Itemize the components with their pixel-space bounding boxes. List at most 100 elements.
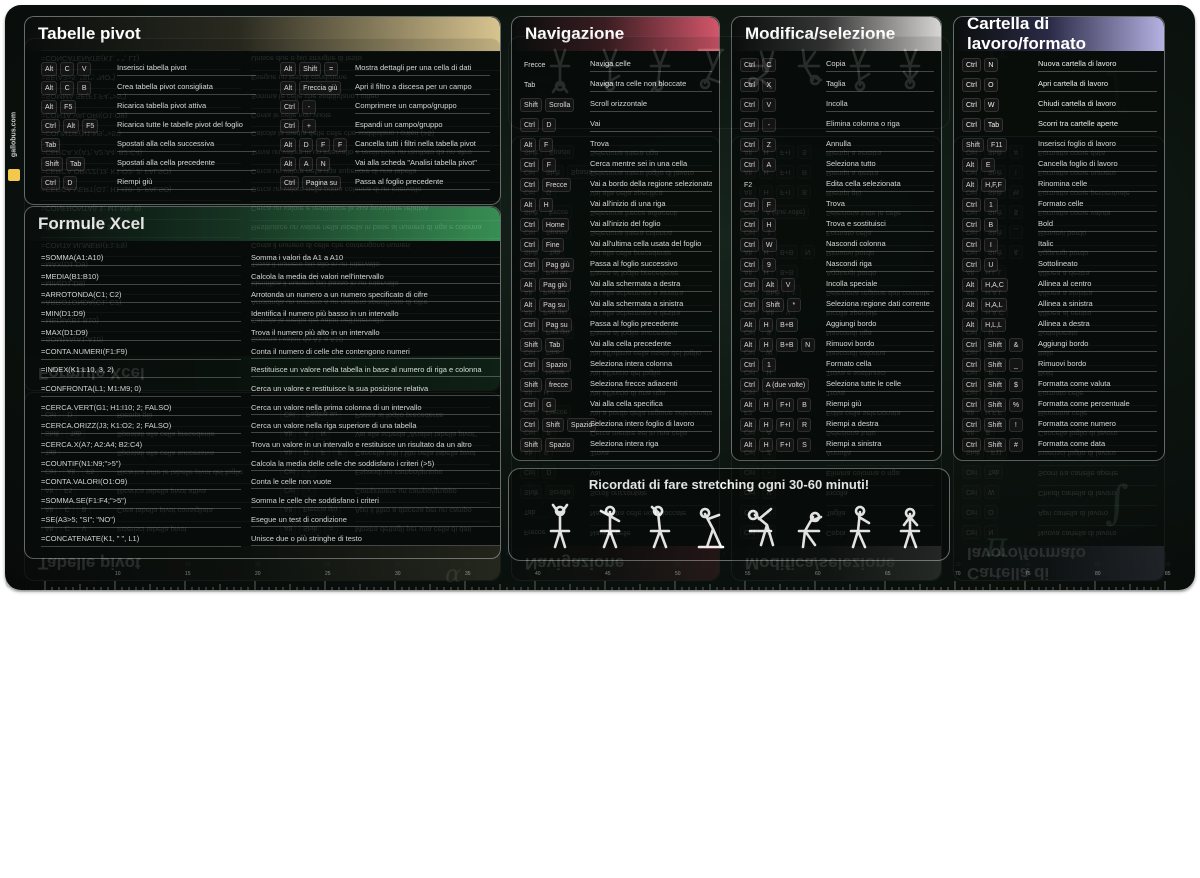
key-cap: Shift <box>520 377 543 392</box>
formula-expression: =CONFRONTA(L1; M1:M9; 0) <box>41 383 142 393</box>
key-cap: Pagina su <box>301 175 342 190</box>
shortcut-description: Formato cella <box>826 358 934 372</box>
stretching-figure-icon <box>599 505 621 549</box>
key-combo: CtrlShift* <box>740 297 801 312</box>
shortcut-description: Seleziona intero foglio di lavoro <box>590 418 712 432</box>
formula-underline <box>41 321 241 323</box>
key-cap: H <box>759 397 774 412</box>
shortcut-description: Vai alla schermata a sinistra <box>590 298 712 312</box>
formula-description: Esegue un test di condizione <box>251 515 500 527</box>
key-combo: Ctrl1 <box>962 197 998 212</box>
key-combo: CtrlShift& <box>962 337 1023 352</box>
brand-strip: gallobus.com <box>8 105 20 183</box>
key-cap: * <box>786 297 801 312</box>
mousepad-surface: ∑ ∫ π α gallobus.com Tabelle pivot AltCV… <box>5 5 1195 590</box>
shortcut-description: Formatta come percentuale <box>1038 398 1157 412</box>
shortcut-description: Vai alla schermata a destra <box>590 278 712 292</box>
key-cap: Pag giù <box>539 277 571 292</box>
shortcut-description: Cancella tutti i filtri nella tabella pi… <box>355 138 490 152</box>
key-cap: Ctrl <box>280 99 299 114</box>
key-cap: Alt <box>740 397 757 412</box>
key-combo: CtrlShift# <box>962 437 1023 452</box>
shortcut-description: Nascondi colonna <box>826 238 934 252</box>
key-cap: H <box>759 317 774 332</box>
key-cap: H,L,L <box>981 317 1006 332</box>
key-cap: Ctrl <box>740 157 759 172</box>
shortcut-description: Seleziona regione dati corrente <box>826 298 934 312</box>
shortcut-description: Chiudi cartella di lavoro <box>1038 98 1157 112</box>
ruler: 10 15 20 25 30 35 40 45 50 55 60 65 70 75 80 85 <box>5 568 1195 590</box>
formula-expression: =MEDIA(B1:B10) <box>41 271 99 281</box>
formula-underline <box>41 265 241 266</box>
key-cap: Home <box>541 217 569 232</box>
key-combo: CtrlF <box>740 197 776 212</box>
key-combo: CtrlA (due volte) <box>740 377 810 392</box>
formula-row: =ARROTONDA(C1; C2) Arrotonda un numero a … <box>41 290 500 308</box>
key-cap: Alt <box>962 277 979 292</box>
key-cap: H <box>759 417 774 432</box>
key-cap: H <box>759 337 774 352</box>
key-cap: S <box>797 437 812 452</box>
shortcut-description: Comprimere un campo/gruppo <box>355 100 490 114</box>
shortcut-description: Trova e sostituisci <box>826 218 934 232</box>
shortcut-row: ShiftTab Spostati alla cella precedente <box>41 154 256 173</box>
shortcut-row: Ctrl1 Formato cella <box>740 355 934 374</box>
key-cap: Shift <box>962 137 985 152</box>
ruler-number: 30 <box>395 571 401 577</box>
shortcut-description: Trova <box>826 198 934 212</box>
key-cap: N <box>983 57 998 72</box>
workbook-rows: CtrlNNuova cartella di lavoroCtrlOApri c… <box>954 51 1164 456</box>
key-combo: AltHB+B <box>740 317 798 332</box>
shortcut-description: Trova <box>590 138 712 152</box>
brand-logo-icon <box>8 169 20 181</box>
shortcut-description: Seleziona frecce adiacenti <box>590 378 712 392</box>
key-cap: Shift <box>983 377 1006 392</box>
stretching-figure-icon <box>549 503 571 549</box>
shortcut-row: CtrlN Nuova cartella di lavoro <box>962 55 1157 74</box>
key-combo: CtrlZ <box>740 137 776 152</box>
key-cap: Shift <box>983 437 1006 452</box>
key-combo: Tab <box>520 78 539 92</box>
formula-expression: =MIN(D1:D9) <box>41 309 86 319</box>
key-cap: Ctrl <box>740 277 759 292</box>
shortcut-description: Vai alla cella precedente <box>590 338 712 352</box>
formula-description: Arrotonda un numero a un numero specific… <box>251 290 500 303</box>
shortcut-row: CtrlW Nascondi colonna <box>740 235 934 254</box>
shortcut-row: AltH Vai all'inizio di una riga <box>520 195 712 214</box>
formula-description: Somma i valori da A1 a A10 <box>251 253 500 265</box>
key-cap: Ctrl <box>520 357 539 372</box>
shortcut-description: Riempi giù <box>826 398 934 412</box>
shortcut-description: Passa al foglio precedente <box>590 318 712 332</box>
key-cap: A <box>761 157 776 172</box>
key-combo: CtrlShift_ <box>962 357 1023 372</box>
key-cap: Alt <box>740 337 757 352</box>
shortcut-row: CtrlPag su Passa al foglio precedente <box>520 315 712 334</box>
key-cap: Alt <box>520 297 537 312</box>
chalk-decoration: ∫ <box>1105 475 1129 529</box>
stretching-figure-icon <box>899 507 921 549</box>
key-cap: Ctrl <box>962 77 981 92</box>
key-cap: F <box>316 137 331 152</box>
key-cap: Ctrl <box>520 217 539 232</box>
stretching-title: Ricordati di fare stretching ogni 30-60 … <box>588 477 870 492</box>
key-cap: ! <box>1008 417 1023 432</box>
key-cap: Ctrl <box>962 117 981 132</box>
shortcut-row: AltFreccia giù Apri il filtro a discesa p… <box>280 78 490 97</box>
shortcut-row: AltH,L,L Allinea a destra <box>962 315 1157 334</box>
key-cap: U <box>983 257 998 272</box>
key-cap: Alt <box>962 297 979 312</box>
key-cap: Scrolla <box>545 97 575 112</box>
panel-pivot: Tabelle pivot AltCVInserisci tabella piv… <box>24 16 501 205</box>
key-cap: N <box>316 156 331 171</box>
key-combo: CtrlHome <box>520 217 569 232</box>
ruler-number: 45 <box>605 571 611 577</box>
shortcut-row: CtrlD Vai <box>520 115 712 134</box>
shortcut-row: Frecce Naviga celle <box>520 55 712 74</box>
key-cap: Shift <box>299 61 322 76</box>
mousepad: ∑ ∫ π α gallobus.com Tabelle pivot AltCV… <box>0 0 1200 600</box>
shortcut-row: Tab Naviga tra celle non bloccate <box>520 75 712 94</box>
key-cap: Shift <box>983 397 1006 412</box>
formula-underline <box>41 470 241 472</box>
shortcut-description: Italic <box>1038 238 1157 252</box>
key-combo: Ctrl9 <box>740 257 776 272</box>
